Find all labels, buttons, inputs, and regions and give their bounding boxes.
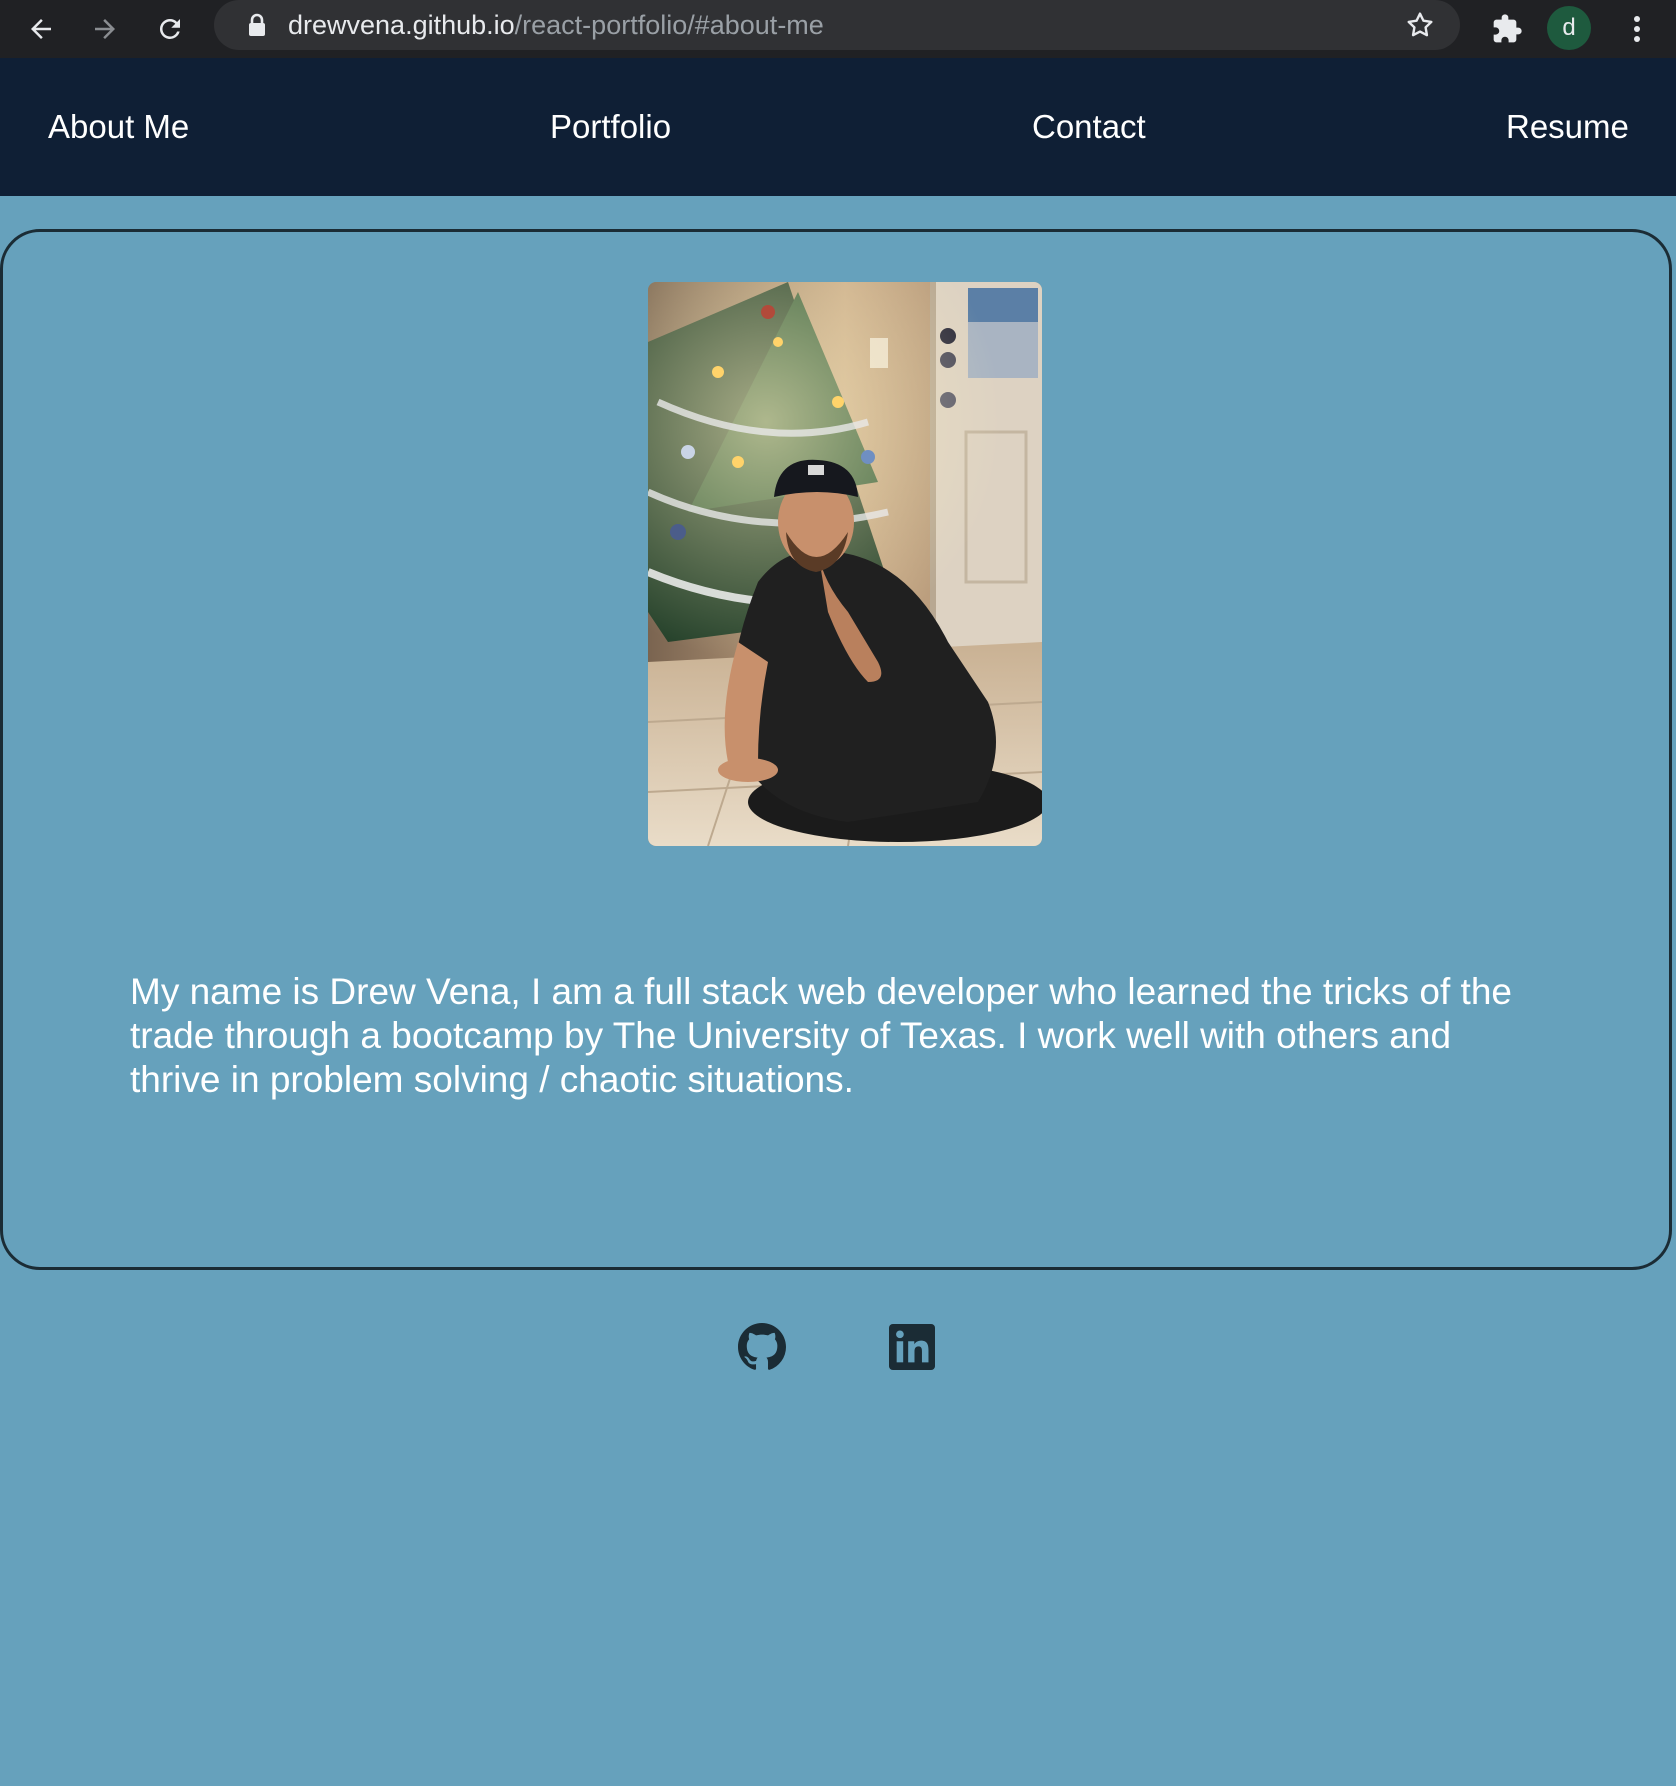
back-arrow-icon: [31, 19, 51, 39]
site-navbar: About Me Portfolio Contact Resume: [0, 58, 1676, 196]
back-button[interactable]: [18, 6, 64, 52]
kebab-menu-icon: [1634, 16, 1640, 42]
profile-photo: [648, 282, 1042, 846]
puzzle-icon: [1493, 14, 1522, 43]
nav-about-me[interactable]: About Me: [48, 108, 189, 146]
nav-portfolio[interactable]: Portfolio: [550, 108, 671, 146]
github-link[interactable]: [738, 1323, 786, 1371]
reload-icon: [159, 18, 180, 39]
about-bio-text: My name is Drew Vena, I am a full stack …: [130, 971, 1512, 1100]
forward-button[interactable]: [82, 6, 128, 52]
browser-menu-button[interactable]: [1614, 6, 1660, 52]
linkedin-icon: [889, 1324, 935, 1370]
address-bar[interactable]: drewvena.github.io/react-portfolio/#abou…: [214, 0, 1460, 50]
lock-icon: [244, 12, 270, 38]
browser-toolbar: drewvena.github.io/react-portfolio/#abou…: [0, 0, 1676, 58]
forward-arrow-icon: [95, 19, 115, 39]
nav-resume[interactable]: Resume: [1506, 108, 1629, 146]
star-icon[interactable]: [1404, 9, 1436, 41]
profile-avatar[interactable]: d: [1547, 6, 1591, 50]
reload-button[interactable]: [147, 6, 193, 52]
linkedin-link[interactable]: [889, 1324, 935, 1370]
url-host: drewvena.github.io: [288, 9, 515, 40]
extensions-button[interactable]: [1484, 6, 1530, 52]
nav-contact[interactable]: Contact: [1032, 108, 1146, 146]
url-path: /react-portfolio/#about-me: [514, 9, 824, 40]
github-icon: [738, 1323, 786, 1370]
